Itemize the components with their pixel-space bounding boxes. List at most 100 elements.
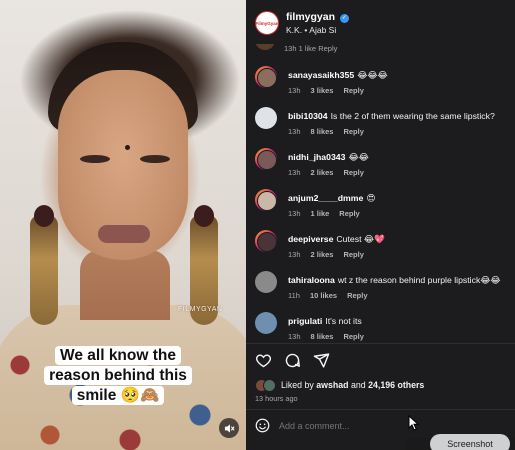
comment-reply-button[interactable]: Reply <box>343 168 363 177</box>
comment-item: deepiverse Cutest 😂💖 13h 2 likes Reply <box>246 230 515 268</box>
comment-username[interactable]: nidhi_jha0343 <box>288 152 345 162</box>
speaker-muted-icon <box>224 423 235 433</box>
comment-username[interactable]: tahiraloona <box>288 275 335 285</box>
account-avatar[interactable]: FilmyGyan <box>255 11 279 35</box>
comment-time: 13h <box>288 332 301 341</box>
comment-body: It's not its <box>325 316 362 326</box>
comment-text: sanayasaikh355 😂😂😂 <box>288 70 510 81</box>
post-timestamp: 13 hours ago <box>255 394 298 403</box>
comment-meta: 11h 10 likes Reply <box>288 291 378 300</box>
comment-item: sanayasaikh355 😂😂😂 13h 3 likes Reply <box>246 66 515 104</box>
account-username[interactable]: filmygyan <box>286 11 335 23</box>
liker-avatar <box>263 378 276 392</box>
comment-meta: 13h 3 likes Reply <box>288 86 374 95</box>
account-avatar-text: FilmyGyan <box>255 20 279 26</box>
comments-list[interactable]: 13h 1 like Reply sanayasaikh355 😂😂😂 13h 3 … <box>246 44 515 350</box>
comment-body: wt z the reason behind purple lipstick😂😂 <box>337 275 501 285</box>
comment-item: tahiraloona wt z the reason behind purple… <box>246 271 515 309</box>
comment-reply-button[interactable]: Reply <box>339 209 359 218</box>
comment-meta: 13h 1 like Reply <box>288 209 370 218</box>
comment-username[interactable]: sanayasaikh355 <box>288 70 354 80</box>
likes-connector: and <box>350 380 366 390</box>
comment-avatar[interactable] <box>255 271 277 293</box>
likes-count[interactable]: 24,196 others <box>368 380 424 390</box>
screenshot-label: Screenshot <box>430 434 510 450</box>
comment-username[interactable]: prigulati <box>288 316 322 326</box>
comment-likes[interactable]: 10 likes <box>310 291 337 300</box>
post-side-panel: FilmyGyan filmygyan ✓ K.K. • Ajab Si 13h… <box>246 0 515 450</box>
comment-reply-button[interactable]: Reply <box>343 86 363 95</box>
image-earring-left <box>30 205 58 325</box>
comment-reply-button[interactable]: Reply <box>343 332 363 341</box>
comment-time: 13h <box>288 168 301 177</box>
likes-user[interactable]: awshad <box>316 380 348 390</box>
comment-text: anjum2____dmme 😍 <box>288 193 510 204</box>
share-icon[interactable] <box>313 352 330 369</box>
emoji-icon[interactable] <box>255 418 270 433</box>
add-comment-input[interactable] <box>279 420 449 431</box>
comment-time: 13h <box>288 86 301 95</box>
comment-avatar[interactable] <box>255 189 277 211</box>
comment-reply-button[interactable]: Reply <box>343 250 363 259</box>
likes-prefix: Liked by <box>281 380 314 390</box>
comment-text: prigulati It's not its <box>288 316 510 327</box>
partial-comment-meta: 13h 1 like Reply <box>284 44 338 53</box>
comment-avatar[interactable] <box>255 107 277 129</box>
comment-body: Cutest 😂💖 <box>336 234 385 244</box>
comment-body: 😂😂 <box>348 152 369 162</box>
comment-item: bibi10304 Is the 2 of them wearing the sa… <box>246 107 515 145</box>
mouse-cursor-icon <box>408 415 420 431</box>
image-watermark: FILMYGYAN <box>178 306 223 313</box>
account-username-row: filmygyan ✓ <box>286 11 349 23</box>
comment-meta: 13h 2 likes Reply <box>288 168 374 177</box>
likes-text: Liked by awshad and 24,196 others <box>281 380 424 390</box>
comment-avatar[interactable] <box>255 66 277 88</box>
mute-button[interactable] <box>219 418 239 438</box>
image-bindi <box>125 145 130 150</box>
comment-likes[interactable]: 3 likes <box>311 86 334 95</box>
comment-item: prigulati It's not its 13h 8 likes Reply <box>246 312 515 350</box>
comment-likes[interactable]: 1 like <box>311 209 330 218</box>
post-actions <box>255 352 330 372</box>
comment-meta: 13h 2 likes Reply <box>288 250 374 259</box>
comment-icon[interactable] <box>284 352 301 369</box>
comment-item: anjum2____dmme 😍 13h 1 like Reply <box>246 189 515 227</box>
comment-time: 13h <box>288 127 301 136</box>
comment-username[interactable]: deepiverse <box>288 234 333 244</box>
comment-time: 11h <box>288 291 300 300</box>
comment-body: 😂😂😂 <box>357 70 388 80</box>
comment-text: bibi10304 Is the 2 of them wearing the sa… <box>288 111 510 122</box>
audio-track[interactable]: K.K. • Ajab Si <box>286 25 336 35</box>
comment-reply-button[interactable]: Reply <box>347 291 367 300</box>
actions-divider <box>246 343 515 344</box>
comment-likes[interactable]: 2 likes <box>311 168 334 177</box>
comment-avatar[interactable] <box>255 148 277 170</box>
post-caption-text: We all know the reason behind this smile… <box>44 346 192 405</box>
comment-item: nidhi_jha0343 😂😂 13h 2 likes Reply <box>246 148 515 186</box>
comment-text: nidhi_jha0343 😂😂 <box>288 152 510 163</box>
comment-avatar[interactable] <box>255 312 277 334</box>
partial-comment-avatar <box>255 44 275 50</box>
comment-input-divider <box>246 409 515 410</box>
comment-reply-button[interactable]: Reply <box>343 127 363 136</box>
comment-likes[interactable]: 8 likes <box>311 332 334 341</box>
image-eye-right <box>140 155 170 163</box>
image-lips <box>98 225 150 243</box>
comment-username[interactable]: bibi10304 <box>288 111 328 121</box>
comment-meta: 13h 8 likes Reply <box>288 332 374 341</box>
post-caption-overlay: We all know the reason behind this smile… <box>32 346 204 406</box>
image-eye-left <box>80 155 110 163</box>
comment-likes[interactable]: 8 likes <box>311 127 334 136</box>
comment-time: 13h <box>288 250 301 259</box>
likes-summary: Liked by awshad and 24,196 others <box>255 378 424 392</box>
comment-text: tahiraloona wt z the reason behind purple… <box>288 275 510 286</box>
comment-body: 😍 <box>366 193 376 203</box>
comment-username[interactable]: anjum2____dmme <box>288 193 363 203</box>
comment-avatar[interactable] <box>255 230 277 252</box>
heart-icon[interactable] <box>255 352 272 369</box>
comment-meta: 13h 8 likes Reply <box>288 127 374 136</box>
comment-likes[interactable]: 2 likes <box>311 250 334 259</box>
post-image[interactable]: FILMYGYAN We all know the reason behind … <box>0 0 246 450</box>
verified-badge-icon: ✓ <box>339 14 349 23</box>
image-neck <box>80 250 170 320</box>
